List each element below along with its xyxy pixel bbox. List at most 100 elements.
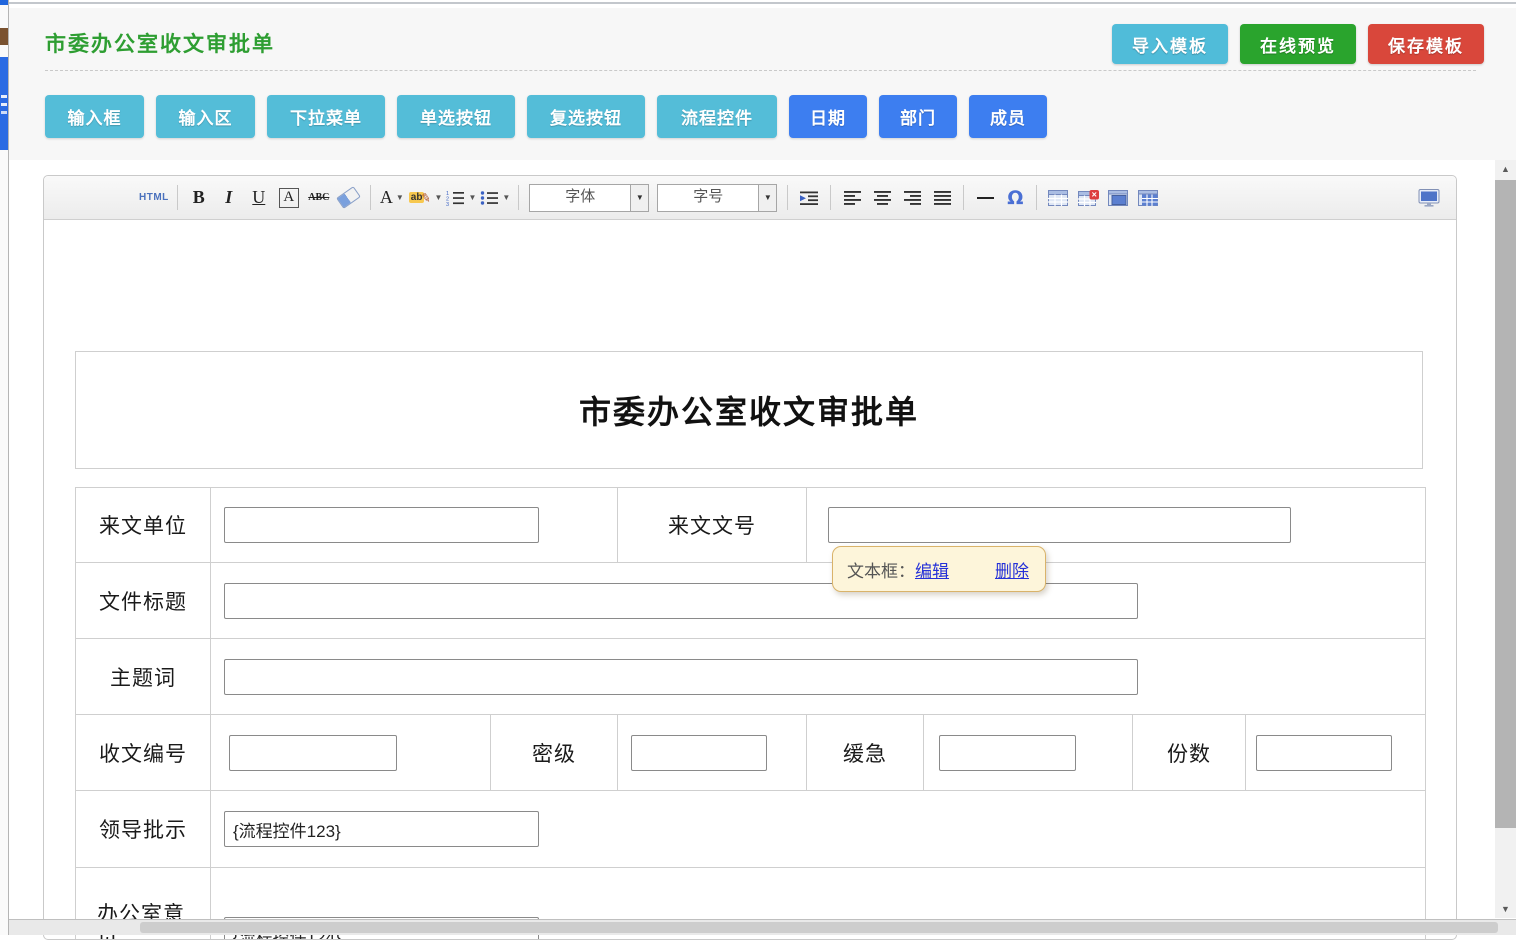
indent-icon [800, 190, 819, 206]
table-row: 文件标题 [76, 563, 1426, 639]
underline-icon: U [252, 187, 265, 208]
insert-table-button[interactable] [1045, 184, 1071, 212]
urgency-input[interactable] [939, 735, 1076, 771]
copies-input[interactable] [1256, 735, 1392, 771]
strikethrough-button[interactable]: ABC [306, 184, 332, 212]
special-char-button[interactable]: Ω [1002, 184, 1028, 212]
label-copies: 份数 [1133, 715, 1246, 791]
ordered-list-button[interactable]: 123 ▼ [446, 184, 476, 212]
horizontal-rule-icon [977, 197, 994, 199]
label-security-level: 密级 [491, 715, 618, 791]
font-family-select[interactable]: 字体 ▼ [529, 184, 649, 212]
incoming-doc-number-input[interactable] [828, 507, 1291, 543]
font-color-icon: A [380, 187, 393, 208]
cell-copies [1246, 715, 1426, 791]
italic-button[interactable]: I [216, 184, 242, 212]
add-dropdown-button[interactable]: 下拉菜单 [267, 95, 385, 138]
security-level-input[interactable] [631, 735, 767, 771]
cell-urgency [924, 715, 1133, 791]
label-leader-instructions: 领导批示 [76, 791, 211, 868]
edit-link[interactable]: 编辑 [915, 557, 949, 582]
underline-button[interactable]: U [246, 184, 272, 212]
bold-icon: B [193, 187, 205, 208]
font-color-button[interactable]: A▼ [379, 184, 405, 212]
bold-button[interactable]: B [186, 184, 212, 212]
leader-instructions-input[interactable] [224, 811, 539, 847]
justify-button[interactable] [929, 184, 955, 212]
toolbar-separator [1036, 185, 1037, 210]
table-row: 主题词 [76, 639, 1426, 715]
add-textarea-button[interactable]: 输入区 [156, 95, 255, 138]
fullscreen-monitor-icon [1418, 189, 1440, 207]
receipt-number-input[interactable] [229, 735, 397, 771]
align-center-button[interactable] [869, 184, 895, 212]
cell-security-level [618, 715, 807, 791]
delete-table-button[interactable]: × [1075, 184, 1101, 212]
font-size-select[interactable]: 字号 ▼ [657, 184, 777, 212]
add-date-button[interactable]: 日期 [789, 95, 867, 138]
quick-format-button[interactable]: A [276, 184, 302, 212]
align-left-icon [844, 191, 861, 205]
html-source-button[interactable]: HTML [139, 184, 169, 212]
horizontal-rule-button[interactable] [972, 184, 998, 212]
dashed-separator [45, 70, 1476, 71]
editor-document[interactable]: 市委办公室收文审批单 来文单位 来文文号 文件标题 主题词 收文编 [44, 351, 1456, 940]
add-checkbox-button[interactable]: 复选按钮 [527, 95, 645, 138]
unordered-list-button[interactable]: ▼ [480, 184, 510, 212]
horizontal-scrollbar[interactable] [8, 919, 1516, 935]
highlight-color-button[interactable]: ab✎▼ [409, 184, 443, 212]
add-member-button[interactable]: 成员 [969, 95, 1047, 138]
label-urgency: 缓急 [807, 715, 924, 791]
align-right-button[interactable] [899, 184, 925, 212]
table-row: 领导批示 [76, 791, 1426, 868]
remove-format-button[interactable] [336, 184, 362, 212]
incoming-unit-input[interactable] [224, 507, 539, 543]
header-actions: 导入模板 在线预览 保存模板 [1112, 24, 1484, 64]
scroll-down-arrow-icon[interactable]: ▼ [1495, 900, 1516, 918]
align-left-button[interactable] [839, 184, 865, 212]
vertical-scrollbar-thumb[interactable] [1495, 180, 1516, 828]
fullscreen-button[interactable] [1416, 184, 1442, 212]
cell-properties-button[interactable] [1135, 184, 1161, 212]
editor-toolbar: HTML B I U A ABC A▼ ab✎▼ 123 ▼ ▼ 字体 ▼ 字号… [44, 176, 1456, 220]
add-department-button[interactable]: 部门 [879, 95, 957, 138]
table-properties-button[interactable] [1105, 184, 1131, 212]
table-row: 收文编号 密级 缓急 份数 [76, 715, 1426, 791]
toolbar-separator [518, 185, 519, 210]
textbox-control-tooltip: 文本框： 编辑 删除 [832, 546, 1046, 592]
omega-icon: Ω [1007, 187, 1023, 209]
add-flow-control-button[interactable]: 流程控件 [657, 95, 777, 138]
eraser-icon [336, 186, 361, 209]
chevron-down-icon: ▼ [758, 185, 776, 211]
import-template-button[interactable]: 导入模板 [1112, 24, 1228, 64]
sliver-blue-panel [0, 57, 8, 150]
label-subject-words: 主题词 [76, 639, 211, 715]
online-preview-button[interactable]: 在线预览 [1240, 24, 1356, 64]
toolbar-separator [370, 185, 371, 210]
label-receipt-number: 收文编号 [76, 715, 211, 791]
cell-leader-instructions [211, 791, 1426, 868]
scroll-up-arrow-icon[interactable]: ▲ [1495, 160, 1516, 178]
save-template-button[interactable]: 保存模板 [1368, 24, 1484, 64]
cell-document-title [211, 563, 1426, 639]
insert-table-icon [1048, 190, 1068, 206]
subject-words-input[interactable] [224, 659, 1138, 695]
html-source-icon: HTML [139, 192, 169, 203]
add-input-box-button[interactable]: 输入框 [45, 95, 144, 138]
vertical-scrollbar[interactable]: ▲ ▼ [1495, 160, 1516, 918]
chevron-down-icon: ▼ [630, 185, 648, 211]
delete-table-icon: × [1078, 190, 1099, 206]
horizontal-scrollbar-thumb[interactable] [140, 922, 1498, 933]
pencil-icon: ✎ [420, 190, 432, 206]
indent-button[interactable] [796, 184, 822, 212]
form-title: 市委办公室收文审批单 [579, 387, 919, 433]
label-document-title: 文件标题 [76, 563, 211, 639]
add-radio-button[interactable]: 单选按钮 [397, 95, 515, 138]
toolbar-separator [177, 185, 178, 210]
sliver-icon-fragment [0, 28, 8, 45]
cell-properties-icon [1138, 190, 1158, 206]
toolbar-separator [830, 185, 831, 210]
delete-link[interactable]: 删除 [995, 557, 1029, 582]
font-size-label: 字号 [658, 185, 758, 211]
rich-text-editor: HTML B I U A ABC A▼ ab✎▼ 123 ▼ ▼ 字体 ▼ 字号… [43, 175, 1457, 940]
